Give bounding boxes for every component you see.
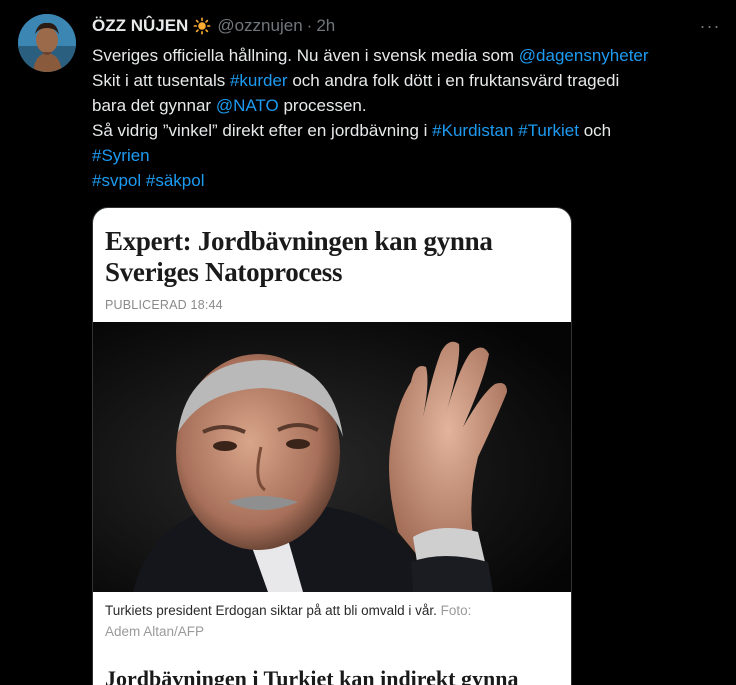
tweet-text-segment: Skit i att tusentals xyxy=(92,71,230,90)
avatar-image xyxy=(18,14,76,72)
article-photo xyxy=(93,322,571,592)
tweet-line: Sveriges officiella hållning. Nu även i … xyxy=(92,43,732,68)
tweet-line: #svpol #säkpol xyxy=(92,168,732,193)
tweet-text-segment: processen. xyxy=(278,96,367,115)
tweet-line: Skit i att tusentals #kurder och andra f… xyxy=(92,68,732,93)
hashtag-link[interactable]: #Kurdistan xyxy=(432,121,513,140)
mention-link[interactable]: @NATO xyxy=(216,96,279,115)
hashtag-link[interactable]: #svpol xyxy=(92,171,141,190)
article-title: Expert: Jordbävningen kan gynna Sveriges… xyxy=(105,226,493,287)
tweet-text-segment: och xyxy=(578,121,612,140)
avatar[interactable] xyxy=(18,14,76,72)
tweet-text-segment: Så vidrig ”vinkel” direkt efter en jordb… xyxy=(92,121,433,140)
more-options-button[interactable]: ··· xyxy=(698,16,722,36)
mention-link[interactable]: @dagensnyheter xyxy=(519,46,649,65)
caption-text: Turkiets president Erdogan siktar på att… xyxy=(105,603,437,618)
tweet-line: bara det gynnar @NATO processen. xyxy=(92,93,732,118)
handle[interactable]: @ozznujen xyxy=(217,16,302,36)
display-name[interactable]: ÖZZ NÛJEN xyxy=(92,16,188,36)
sun-icon xyxy=(193,17,211,35)
article-screenshot-card[interactable]: Expert: Jordbävningen kan gynna Sveriges… xyxy=(92,207,572,685)
separator-dot: · xyxy=(306,16,313,35)
hashtag-link[interactable]: #kurder xyxy=(230,71,288,90)
more-horizontal-icon: ··· xyxy=(699,15,721,36)
tweet-text: Sveriges officiella hållning. Nu även i … xyxy=(92,43,732,193)
photo-credit-label: Foto: xyxy=(440,603,472,618)
article-subheading: Jordbävningen i Turkiet kan indirekt gyn… xyxy=(105,666,519,685)
hashtag-link[interactable]: #Syrien xyxy=(92,146,150,165)
tweet-line: Så vidrig ”vinkel” direkt efter en jordb… xyxy=(92,118,732,143)
tweet-text-segment: och andra folk dött i en fruktansvärd tr… xyxy=(287,71,620,90)
hashtag-link[interactable]: #säkpol xyxy=(146,171,205,190)
tweet-text-segment: Sveriges officiella hållning. Nu även i … xyxy=(92,46,519,65)
tweet-line: #Syrien xyxy=(92,143,732,168)
photo-caption: Turkiets president Erdogan siktar på att… xyxy=(105,600,560,642)
published-time: PUBLICERAD 18:44 xyxy=(105,298,223,312)
photo-credit-name: Adem Altan/AFP xyxy=(105,624,205,639)
erdogan-photo xyxy=(93,322,571,592)
tweet-header: ÖZZ NÛJEN @ozznujen · 2h xyxy=(92,15,335,37)
tweet[interactable]: ÖZZ NÛJEN @ozznujen · 2h ··· Sveriges of… xyxy=(0,0,736,685)
hashtag-link[interactable]: #Turkiet xyxy=(518,121,579,140)
tweet-text-segment: bara det gynnar xyxy=(92,96,216,115)
timestamp[interactable]: 2h xyxy=(316,16,335,36)
